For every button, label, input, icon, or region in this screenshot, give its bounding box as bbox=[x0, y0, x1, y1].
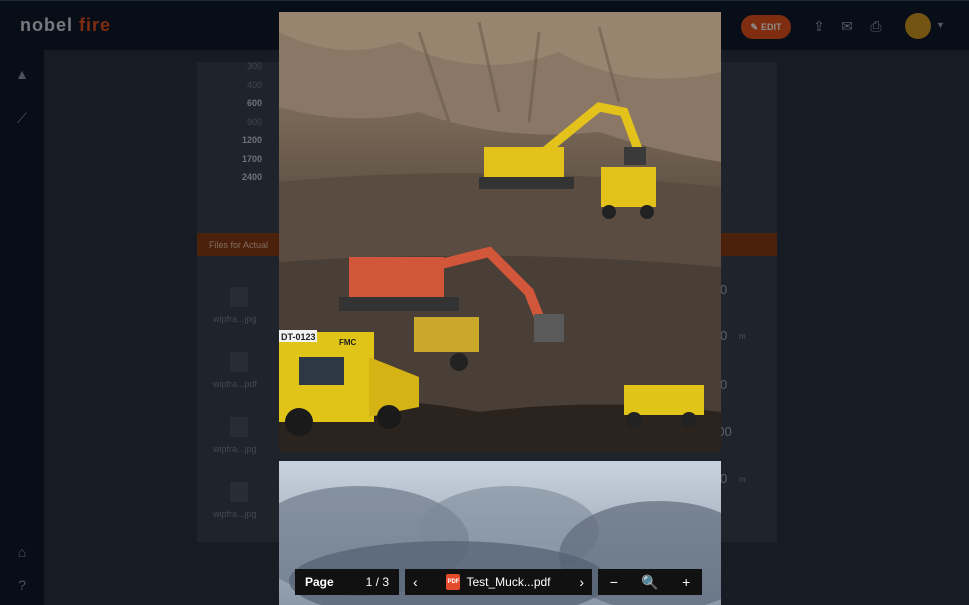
page-counter: 1 / 3 bbox=[365, 575, 389, 589]
zoom-controls: − 🔍 + bbox=[598, 569, 702, 595]
zoom-reset-icon[interactable]: 🔍 bbox=[641, 574, 658, 591]
pdf-page-1: DT-0123 FMC bbox=[279, 12, 721, 452]
zoom-out-button[interactable]: − bbox=[610, 574, 618, 590]
pdf-icon: PDF bbox=[446, 574, 461, 590]
mining-photo: DT-0123 FMC bbox=[279, 12, 721, 452]
next-file-button[interactable]: › bbox=[579, 574, 584, 590]
truck-label-2: FMC bbox=[339, 338, 357, 347]
page-indicator: Page 1 / 3 bbox=[295, 569, 399, 595]
page-label: Page bbox=[305, 575, 334, 589]
zoom-in-button[interactable]: + bbox=[682, 574, 690, 590]
truck-label-1: DT-0123 bbox=[281, 332, 316, 342]
file-name: Test_Muck...pdf bbox=[466, 575, 551, 589]
previous-file-button[interactable]: ‹ bbox=[413, 574, 418, 590]
file-label: PDF Test_Muck...pdf bbox=[446, 574, 551, 590]
file-navigator: ‹ PDF Test_Muck...pdf › bbox=[405, 569, 592, 595]
pdf-viewer: DT-0123 FMC bbox=[279, 0, 721, 605]
